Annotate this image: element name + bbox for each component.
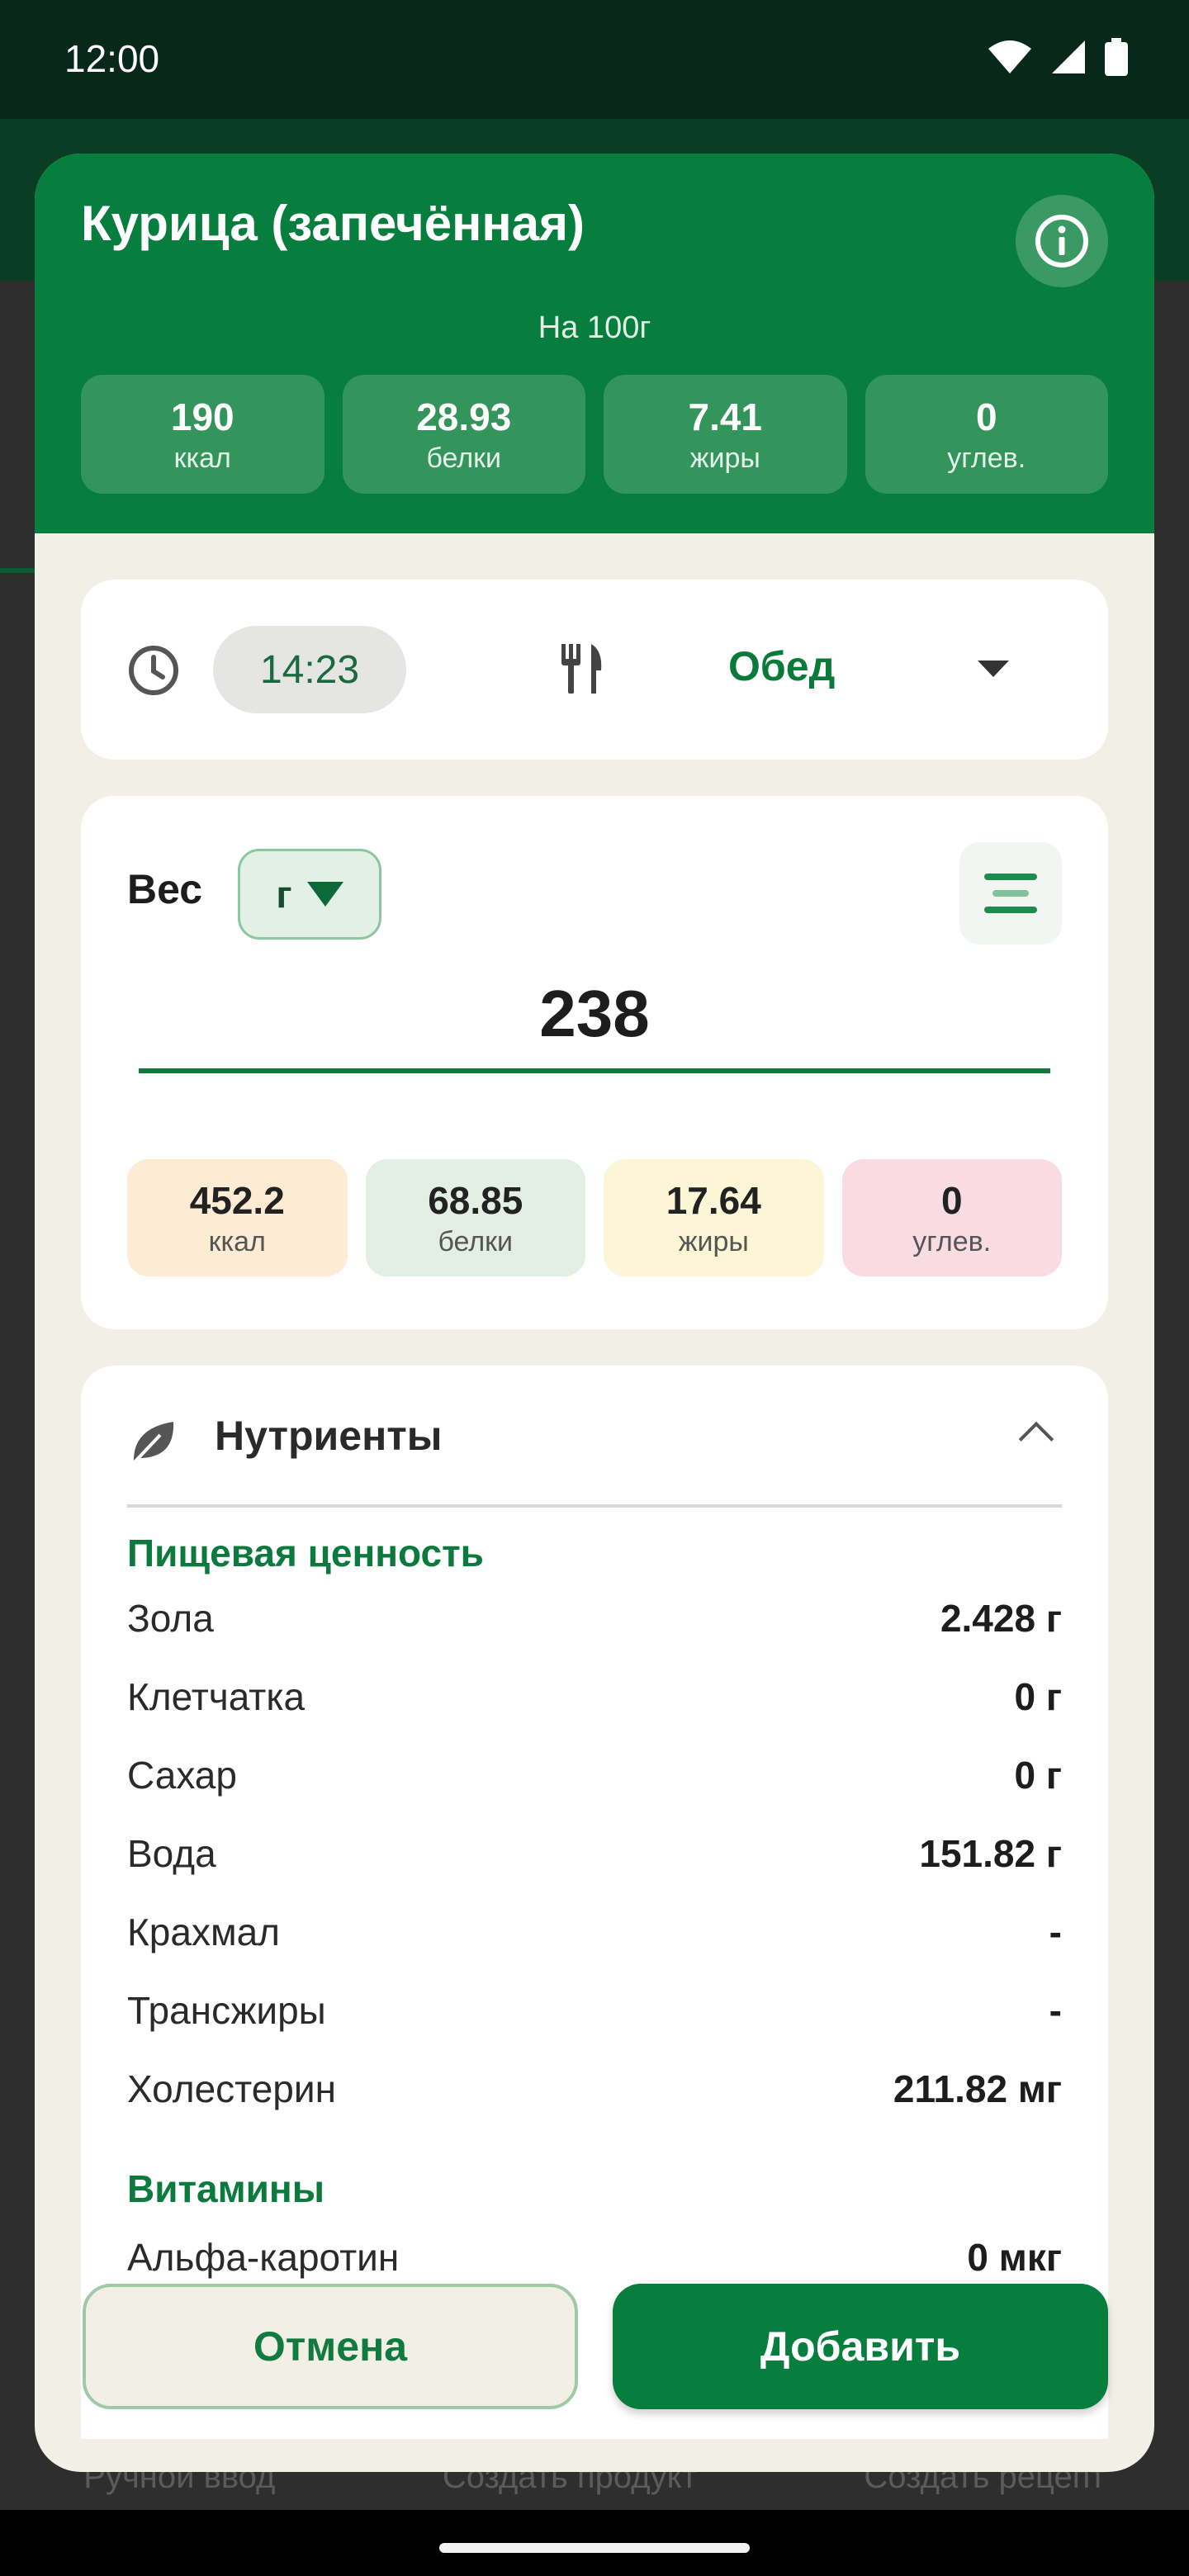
nutrient-value: 0 г [1014, 1754, 1062, 1797]
divider [127, 1504, 1062, 1508]
macro-label: жиры [689, 442, 760, 474]
macro-value: 28.93 [416, 395, 512, 438]
product-title: Курица (запечённая) [81, 196, 585, 251]
macro-label: белки [438, 1225, 514, 1257]
base-macro-fat: 7.41 жиры [604, 375, 847, 494]
macro-value: 0 [940, 1178, 963, 1222]
leaf-icon [130, 1422, 174, 1466]
nutrient-name: Клетчатка [127, 1675, 306, 1718]
nutrient-name: Крахмал [127, 1911, 281, 1953]
base-macros: 190 ккал 28.93 белки 7.41 жиры 0 углев. [81, 375, 1108, 494]
section-title-vitamins: Витамины [127, 2167, 324, 2210]
status-bar: 12:00 [0, 0, 1189, 119]
nutrient-value: 151.82 г [919, 1832, 1062, 1875]
nutrient-row: Альфа-каротин 0 мкг [127, 2224, 1062, 2290]
battery-icon [1105, 38, 1128, 76]
base-macro-kcal: 190 ккал [81, 375, 324, 494]
unit-value: г [276, 873, 292, 916]
nutrient-value: - [1049, 1911, 1062, 1953]
menu-line-icon [984, 907, 1037, 913]
nutrient-row: Клетчатка 0 г [127, 1664, 1062, 1730]
nutrient-name: Вода [127, 1832, 216, 1875]
macro-value: 0 [975, 395, 997, 438]
unit-dropdown-icon [306, 882, 343, 907]
macro-label: жиры [678, 1225, 749, 1257]
menu-line-icon [992, 890, 1029, 897]
calc-macro-kcal: 452.2 ккал [127, 1159, 348, 1276]
macro-label: ккал [173, 442, 231, 474]
clock-icon [129, 646, 178, 695]
info-icon [1035, 215, 1088, 268]
nutrient-name: Альфа-каротин [127, 2236, 400, 2279]
macro-value: 17.64 [666, 1178, 761, 1222]
status-icons [988, 38, 1128, 76]
per-100g-label: На 100г [538, 310, 651, 345]
nutrient-value: 0 г [1014, 1675, 1062, 1718]
nutrient-row: Крахмал - [127, 1899, 1062, 1965]
meal-dropdown-icon[interactable] [978, 661, 1009, 677]
sheet-header: Курица (запечённая) На 100г 190 ккал 28.9… [35, 154, 1154, 533]
weight-input-underline [139, 1068, 1050, 1073]
nutrient-row: Трансжиры - [127, 1977, 1062, 2043]
calc-macro-protein: 68.85 белки [365, 1159, 585, 1276]
macro-value: 190 [170, 395, 234, 438]
sheet-footer: Отмена Добавить [35, 2284, 1154, 2472]
unit-dropdown[interactable]: г [238, 849, 381, 940]
portion-menu-button[interactable] [959, 842, 1062, 945]
calc-macro-carbs: 0 углев. [841, 1159, 1062, 1276]
signal-icon [1052, 40, 1085, 73]
cancel-button[interactable]: Отмена [83, 2284, 578, 2409]
weight-input[interactable]: 238 [139, 976, 1050, 1052]
weight-card: Вес г 238 452.2 ккал 68.85 белки 17.64 жиры… [81, 796, 1108, 1329]
macro-value: 452.2 [189, 1178, 285, 1222]
nutrient-row: Сахар 0 г [127, 1742, 1062, 1808]
nutrient-value: - [1049, 1989, 1062, 2032]
status-time: 12:00 [64, 37, 160, 80]
cutlery-icon [561, 644, 602, 694]
nutrient-name: Сахар [127, 1754, 237, 1797]
nutrient-row: Вода 151.82 г [127, 1821, 1062, 1887]
nutrient-row: Зола 2.428 г [127, 1585, 1062, 1651]
calc-macro-fat: 17.64 жиры [604, 1159, 824, 1276]
nutrients-title[interactable]: Нутриенты [215, 1412, 443, 1460]
macro-label: углев. [912, 1225, 992, 1257]
menu-line-icon [984, 874, 1037, 880]
weight-label: Вес [127, 866, 203, 912]
add-button[interactable]: Добавить [613, 2284, 1108, 2409]
meal-type-value[interactable]: Обед [728, 642, 835, 690]
nutrients-card: Нутриенты Пищевая ценность Зола 2.428 г К… [81, 1366, 1108, 2439]
meal-time-card: 14:23 Обед [81, 580, 1108, 760]
nutrient-name: Зола [127, 1597, 214, 1640]
nutrient-name: Холестерин [127, 2067, 336, 2110]
chevron-up-icon[interactable] [1018, 1421, 1054, 1457]
nutrient-value: 211.82 мг [893, 2067, 1062, 2110]
home-indicator[interactable] [439, 2543, 750, 2553]
nutrient-row: Холестерин 211.82 мг [127, 2056, 1062, 2122]
macro-value: 68.85 [428, 1178, 523, 1222]
info-button[interactable] [1016, 195, 1108, 287]
base-macro-carbs: 0 углев. [865, 375, 1108, 494]
nutrient-value: 2.428 г [940, 1597, 1062, 1640]
macro-label: углев. [947, 442, 1026, 474]
macro-value: 7.41 [688, 395, 763, 438]
nutrient-value: 0 мкг [967, 2236, 1062, 2279]
add-food-sheet: Курица (запечённая) На 100г 190 ккал 28.9… [35, 154, 1154, 2472]
macro-label: ккал [208, 1225, 266, 1257]
wifi-icon [988, 40, 1031, 73]
base-macro-protein: 28.93 белки [342, 375, 585, 494]
time-picker-chip[interactable]: 14:23 [213, 626, 406, 713]
section-title-nutrition: Пищевая ценность [127, 1532, 484, 1574]
nutrient-name: Трансжиры [127, 1989, 326, 2032]
calculated-macros: 452.2 ккал 68.85 белки 17.64 жиры 0 углев. [127, 1159, 1062, 1276]
macro-label: белки [426, 442, 502, 474]
